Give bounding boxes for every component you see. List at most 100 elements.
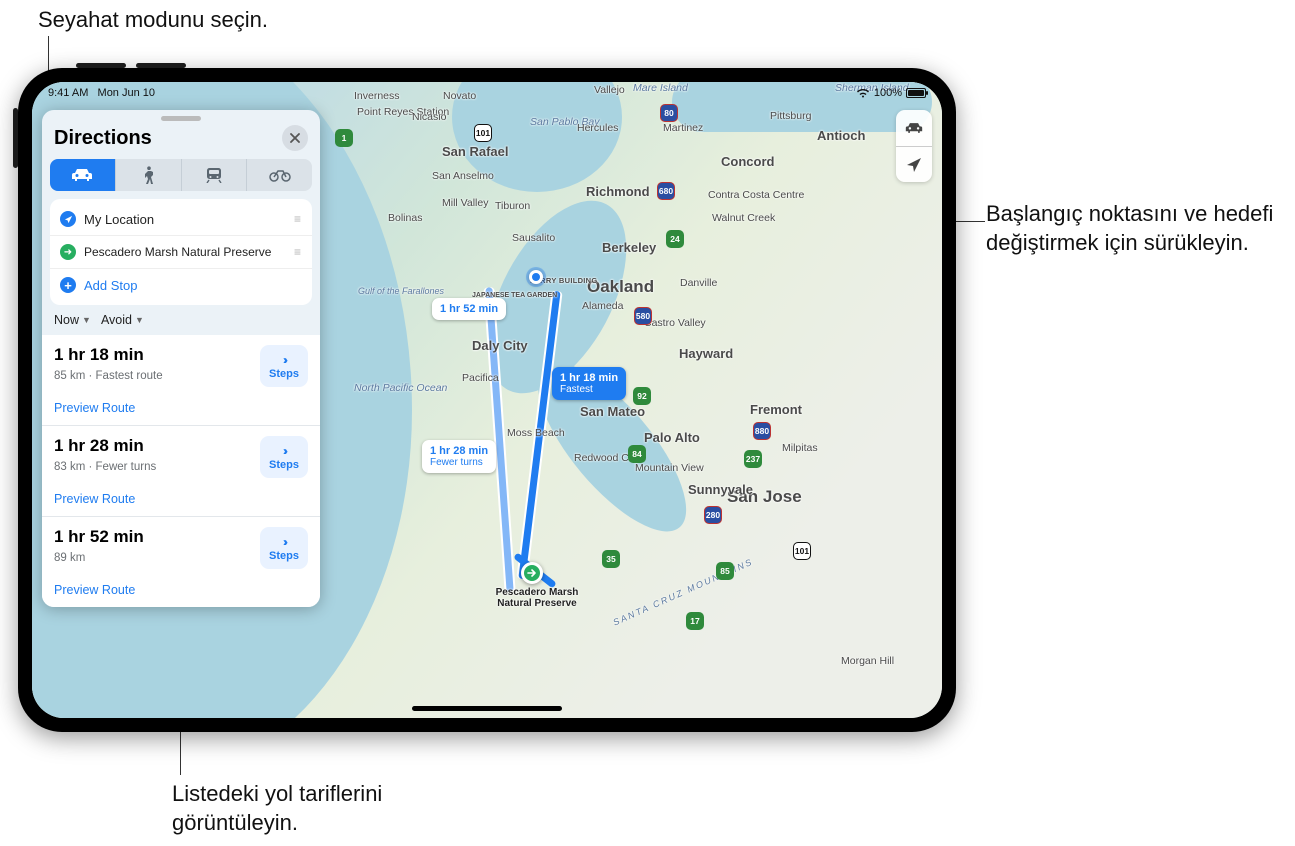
badge-note: Fastest [560, 384, 618, 395]
my-location-icon [60, 211, 76, 227]
destination-pin[interactable] [521, 562, 543, 584]
add-stop[interactable]: + Add Stop [50, 268, 312, 301]
city-richmond: Richmond [586, 184, 650, 199]
chevrons-icon: ›› [283, 444, 285, 458]
city-paloalto: Palo Alto [644, 430, 700, 445]
mode-cycle[interactable] [246, 159, 312, 191]
shield-i580: 580 [634, 307, 652, 325]
city-fremont: Fremont [750, 402, 802, 417]
route-subtitle: 85 km · Fastest route [54, 370, 250, 387]
city-martinez: Martinez [663, 122, 703, 134]
city-berkeley: Berkeley [602, 240, 656, 255]
status-date: Mon Jun 10 [98, 87, 155, 99]
steps-button[interactable]: ›› Steps [260, 436, 308, 478]
city-danville: Danville [680, 277, 717, 289]
city-contracosta: Contra Costa Centre [708, 189, 804, 201]
locate-button[interactable] [896, 146, 932, 182]
add-stop-label: Add Stop [84, 278, 138, 293]
route-card[interactable]: 1 hr 28 min 83 km · Fewer turns ›› Steps… [42, 426, 320, 517]
preview-route-button[interactable]: Preview Route [54, 583, 308, 597]
shield-ca84: 84 [628, 445, 646, 463]
route-card[interactable]: 1 hr 18 min 85 km · Fastest route ›› Ste… [42, 335, 320, 426]
shield-ca17: 17 [686, 612, 704, 630]
route-badge-main[interactable]: 1 hr 18 min Fastest [552, 367, 626, 400]
stop-origin[interactable]: My Location ≡ [50, 203, 312, 235]
depart-now[interactable]: Now ▼ [54, 313, 91, 327]
drag-handle-icon[interactable]: ≡ [294, 245, 302, 259]
plus-icon: + [60, 277, 76, 293]
chevrons-icon: ›› [283, 535, 285, 549]
badge-note: Fewer turns [430, 457, 488, 468]
status-right: 100% [856, 87, 926, 99]
panel-grabber[interactable] [161, 116, 201, 121]
route-subtitle: 83 km · Fewer turns [54, 461, 250, 478]
city-alameda: Alameda [582, 300, 623, 312]
stop-origin-label: My Location [84, 212, 154, 227]
label-bay: San Pablo Bay [530, 116, 580, 128]
drag-handle-icon[interactable]: ≡ [294, 212, 302, 226]
route-subtitle: 89 km [54, 552, 250, 569]
shield-i680: 680 [657, 182, 675, 200]
status-left: 9:41 AM Mon Jun 10 [48, 87, 155, 99]
depart-now-label: Now [54, 313, 79, 327]
city-antioch: Antioch [817, 128, 865, 143]
home-indicator[interactable] [412, 706, 562, 711]
battery-icon [906, 88, 926, 98]
city-castrovalley: Castro Valley [644, 317, 706, 329]
route-badge-alt2[interactable]: 1 hr 52 min [432, 298, 506, 320]
power-button [13, 108, 18, 168]
stop-destination[interactable]: ➜ Pescadero Marsh Natural Preserve ≡ [50, 235, 312, 268]
preview-route-button[interactable]: Preview Route [54, 492, 308, 506]
car-icon [905, 121, 923, 135]
route-duration: 1 hr 52 min [54, 527, 250, 552]
travel-mode-row [42, 159, 320, 199]
steps-button[interactable]: ›› Steps [260, 345, 308, 387]
route-card[interactable]: 1 hr 52 min 89 km ›› Steps Preview Route [42, 517, 320, 607]
city-nicasio: Nicasio [412, 111, 446, 123]
shield-ca1: 1 [335, 129, 353, 147]
shield-i80: 80 [660, 104, 678, 122]
arrow-icon [527, 568, 537, 578]
mode-drive[interactable] [50, 159, 115, 191]
volume-button [76, 63, 126, 68]
route-options: Now ▼ Avoid ▼ [42, 313, 320, 335]
preview-route-button[interactable]: Preview Route [54, 401, 308, 415]
city-sausalito: Sausalito [512, 232, 555, 244]
chevron-down-icon: ▼ [82, 315, 91, 325]
city-tiburon: Tiburon [495, 200, 530, 212]
volume-button [136, 63, 186, 68]
city-millvalley: Mill Valley [442, 197, 488, 209]
avoid-options[interactable]: Avoid ▼ [101, 313, 144, 327]
callout-mode: Seyahat modunu seçin. [38, 6, 268, 35]
city-sananselmo: San Anselmo [432, 170, 494, 182]
city-bolinas: Bolinas [388, 212, 422, 224]
city-mossbeach: Moss Beach [507, 427, 565, 439]
map-mode-button[interactable] [896, 110, 932, 146]
steps-button[interactable]: ›› Steps [260, 527, 308, 569]
transit-icon [205, 167, 223, 183]
route-badge-alt1[interactable]: 1 hr 28 min Fewer turns [422, 440, 496, 473]
city-walnutcreek: Walnut Creek [712, 212, 775, 224]
mode-walk[interactable] [115, 159, 181, 191]
status-bar: 9:41 AM Mon Jun 10 100% [32, 82, 942, 104]
steps-label: Steps [269, 550, 299, 562]
steps-label: Steps [269, 459, 299, 471]
city-sanrafael: San Rafael [442, 144, 508, 159]
shield-ca92: 92 [633, 387, 651, 405]
city-pittsburg: Pittsburg [770, 110, 811, 122]
ipad-device: 9:41 AM Mon Jun 10 100% Nort [18, 68, 956, 732]
origin-pin[interactable] [529, 270, 543, 284]
shield-ca85: 85 [716, 562, 734, 580]
close-button[interactable] [282, 125, 308, 151]
city-concord: Concord [721, 154, 774, 169]
panel-title: Directions [54, 127, 152, 150]
route-duration: 1 hr 18 min [54, 345, 250, 370]
wifi-icon [856, 88, 870, 98]
chevrons-icon: ›› [283, 353, 285, 367]
avoid-label: Avoid [101, 313, 132, 327]
badge-duration: 1 hr 52 min [440, 303, 498, 315]
battery-pct: 100% [874, 87, 902, 99]
shield-us101b: 101 [474, 124, 492, 142]
mode-transit[interactable] [181, 159, 247, 191]
bike-icon [269, 168, 291, 182]
